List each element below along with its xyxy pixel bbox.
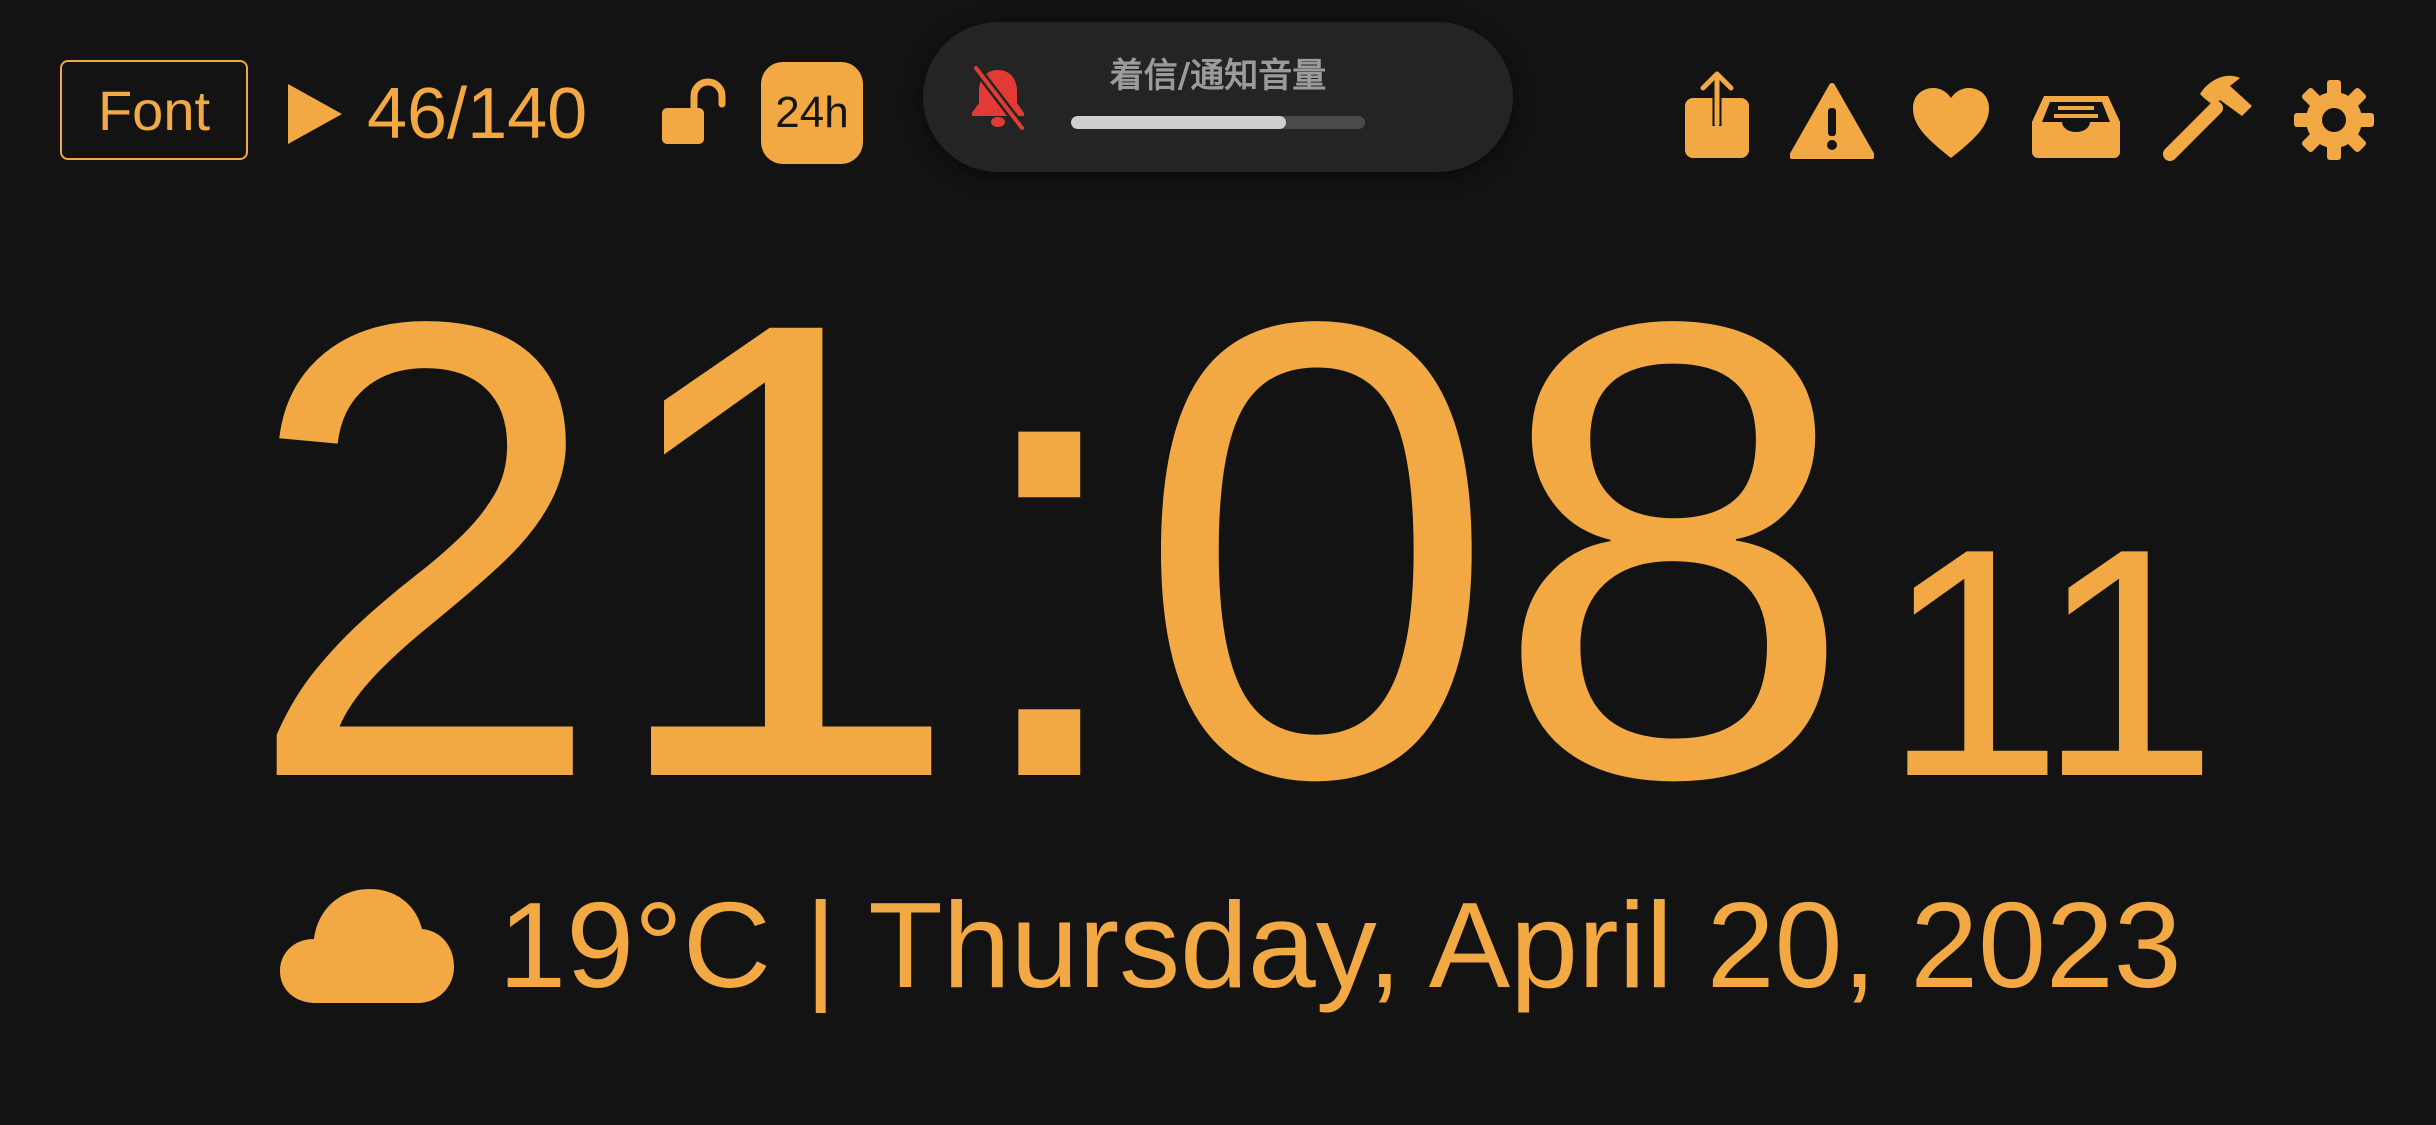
share-icon[interactable] <box>1683 70 1751 160</box>
volume-label: 着信/通知音量 <box>1109 56 1327 96</box>
warning-icon[interactable] <box>1789 82 1875 160</box>
gear-icon[interactable] <box>2292 78 2376 162</box>
heart-icon[interactable] <box>1911 86 1991 160</box>
volume-level-fill <box>1071 116 1286 129</box>
clock-display: 21:08 11 <box>130 187 2330 913</box>
weather-date-text: 19°C | Thursday, April 20, 2023 <box>498 877 2182 1013</box>
play-icon[interactable] <box>284 80 346 148</box>
bell-slash-icon <box>968 64 1028 132</box>
cloud-icon <box>280 889 455 1003</box>
hammer-icon[interactable] <box>2160 70 2258 164</box>
hour-mode-toggle[interactable]: 24h <box>761 62 863 164</box>
volume-slider[interactable] <box>1071 116 1365 129</box>
clock-seconds: 11 <box>1882 481 2218 844</box>
lock-open-icon[interactable] <box>660 78 730 148</box>
clock-time: 21:08 <box>244 187 1855 913</box>
font-button[interactable]: Font <box>60 60 248 160</box>
item-counter: 46/140 <box>367 74 588 154</box>
inbox-icon[interactable] <box>2030 92 2122 160</box>
weather-date-row: 19°C | Thursday, April 20, 2023 <box>280 870 2182 1020</box>
